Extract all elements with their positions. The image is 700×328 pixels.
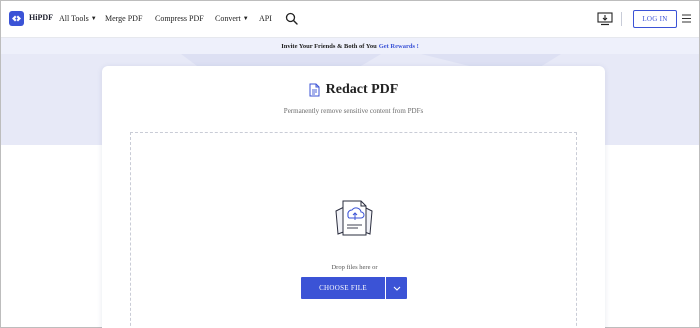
file-dropzone[interactable]: Drop files here or CHOOSE FILE (130, 132, 577, 328)
page-subtitle: Permanently remove sensitive content fro… (283, 107, 424, 115)
page-title: Redact PDF (325, 82, 399, 97)
nav-compress-pdf[interactable]: Compress PDF (155, 14, 204, 23)
hamburger-menu-icon[interactable] (682, 14, 691, 23)
login-button[interactable]: LOG IN (633, 10, 677, 28)
header-divider (621, 12, 622, 26)
chevron-down-icon: ▼ (90, 16, 97, 22)
top-navbar: HiPDF All Tools ▼ Merge PDF Compress PDF … (1, 1, 699, 38)
get-rewards-link[interactable]: Get Rewards ! (379, 43, 419, 50)
search-icon[interactable] (285, 12, 298, 25)
hipdf-logo-icon[interactable] (9, 11, 24, 26)
promo-text: Invite Your Friends & Both of You (281, 42, 377, 50)
cloud-upload-icon (335, 200, 373, 236)
nav-convert[interactable]: Convert ▼ (215, 14, 249, 23)
nav-api[interactable]: API (259, 14, 272, 23)
choose-source-dropdown[interactable] (386, 277, 407, 299)
desktop-download-icon[interactable] (597, 12, 613, 26)
nav-merge-pdf[interactable]: Merge PDF (105, 14, 142, 23)
chevron-down-icon: ▼ (242, 16, 249, 22)
title-row: Redact PDF (102, 82, 605, 98)
pdf-document-icon (309, 83, 320, 97)
drop-files-text: Drop files here or (331, 264, 378, 271)
nav-all-tools[interactable]: All Tools ▼ (59, 14, 97, 23)
nav-all-tools-label: All Tools (59, 14, 89, 23)
choose-file-button[interactable]: CHOOSE FILE (301, 277, 385, 299)
redact-pdf-card: Redact PDF Permanently remove sensitive … (102, 66, 605, 328)
promo-banner: Invite Your Friends & Both of You Get Re… (1, 38, 699, 54)
logo-text[interactable]: HiPDF (29, 13, 53, 22)
chevron-down-icon (393, 286, 400, 291)
nav-convert-label: Convert (215, 14, 241, 23)
